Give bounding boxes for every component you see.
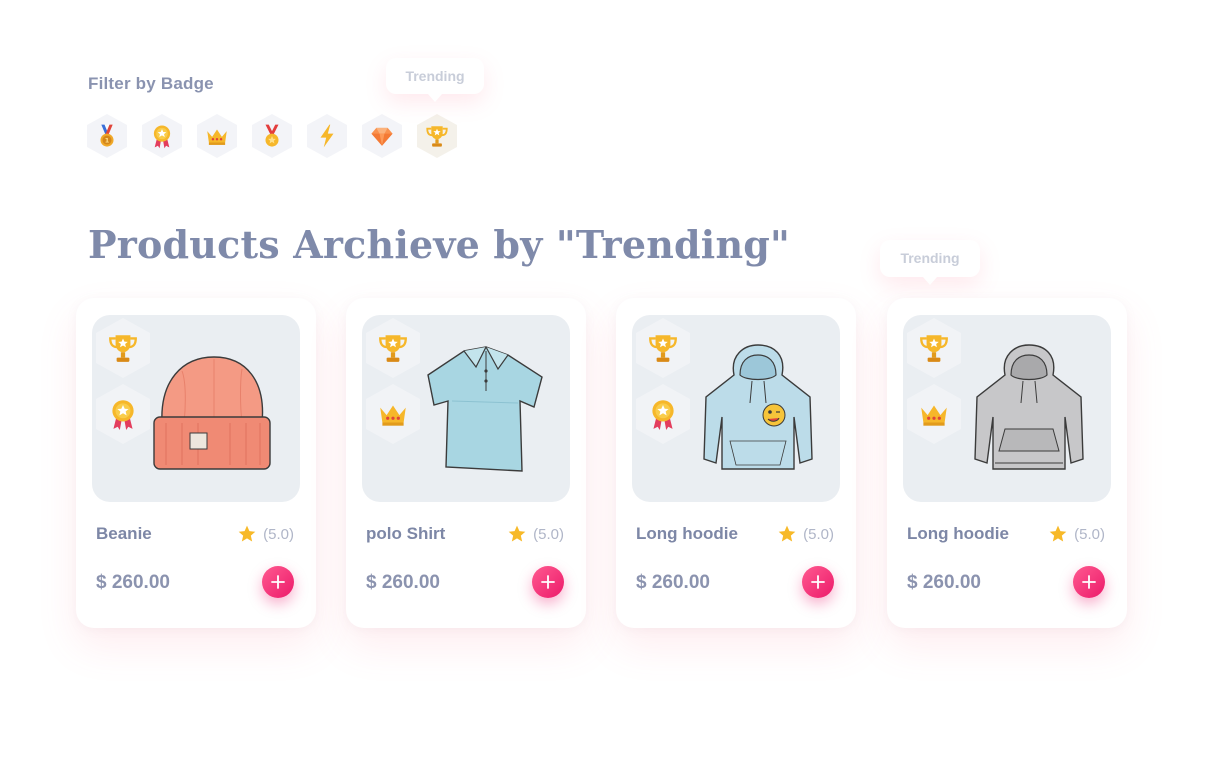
product-image[interactable] <box>92 315 300 502</box>
rating-value: (5.0) <box>263 525 294 543</box>
product-price: $ 260.00 <box>907 572 981 593</box>
badge-filter-gold-medal[interactable] <box>252 114 292 158</box>
product-name[interactable]: Long hoodie <box>907 524 1009 544</box>
product-price: $ 260.00 <box>636 572 710 593</box>
add-to-cart-button[interactable] <box>1073 566 1105 598</box>
hoodie-illustration <box>703 344 813 470</box>
badge-filter-lightning[interactable] <box>307 114 347 158</box>
trophy-icon <box>426 126 448 147</box>
crown-icon <box>380 405 406 426</box>
rating-value: (5.0) <box>533 525 564 543</box>
product-card[interactable]: Long hoodie (5.0) $ 260.00 <box>616 298 856 628</box>
diamond-icon <box>371 127 393 146</box>
product-image[interactable] <box>632 315 840 502</box>
filter-by-badge-label: Filter by Badge <box>88 74 214 93</box>
add-to-cart-button[interactable] <box>262 566 294 598</box>
badge-filter-diamond[interactable] <box>362 114 402 158</box>
rating-value: (5.0) <box>803 525 834 543</box>
product-name[interactable]: polo Shirt <box>366 524 445 544</box>
medal-ribbon-icon: 1 <box>100 124 114 147</box>
rating-value: (5.0) <box>1074 525 1105 543</box>
polo-shirt-illustration <box>427 346 543 472</box>
rosette-star-icon <box>112 400 134 430</box>
product-name[interactable]: Long hoodie <box>636 524 738 544</box>
product-price: $ 260.00 <box>366 572 440 593</box>
badge-filter-trophy[interactable] <box>417 114 457 158</box>
product-image[interactable] <box>362 315 570 502</box>
crown-icon <box>921 405 947 426</box>
badge-tooltip: Trending <box>386 58 484 102</box>
add-to-cart-button[interactable] <box>802 566 834 598</box>
trophy-icon <box>920 335 948 362</box>
section-heading: Products Archieve by "Trending" <box>88 222 791 267</box>
product-card[interactable]: polo Shirt (5.0) $ 260.00 <box>346 298 586 628</box>
badge-filter-crown[interactable] <box>197 114 237 158</box>
star-icon <box>238 525 256 542</box>
plus-icon <box>811 575 825 589</box>
product-card[interactable]: Beanie (5.0) $ 260.00 <box>76 298 316 628</box>
badge-filter-rosette[interactable] <box>142 114 182 158</box>
rosette-star-icon <box>652 400 674 430</box>
beanie-illustration <box>153 356 271 470</box>
product-rating: (5.0) <box>507 524 564 544</box>
card-tooltip: Trending <box>880 240 980 285</box>
badge-filter-medal[interactable]: 1 <box>87 114 127 158</box>
product-card[interactable]: Long hoodie (5.0) $ 260.00 <box>887 298 1127 628</box>
trophy-icon <box>649 335 677 362</box>
product-price: $ 260.00 <box>96 572 170 593</box>
plus-icon <box>271 575 285 589</box>
badge-filter-row: 1 <box>87 114 467 158</box>
product-image[interactable] <box>903 315 1111 502</box>
lightning-icon <box>320 124 334 148</box>
rosette-star-icon <box>153 125 171 149</box>
product-rating: (5.0) <box>1048 524 1105 544</box>
add-to-cart-button[interactable] <box>532 566 564 598</box>
product-name[interactable]: Beanie <box>96 524 152 544</box>
trophy-icon <box>109 335 137 362</box>
hoodie-illustration <box>974 344 1084 470</box>
product-rating: (5.0) <box>237 524 294 544</box>
star-icon <box>508 525 526 542</box>
gold-medal-icon <box>265 124 279 147</box>
plus-icon <box>1082 575 1096 589</box>
crown-icon <box>207 129 227 145</box>
svg-text:1: 1 <box>105 137 110 145</box>
trophy-icon <box>379 335 407 362</box>
star-icon <box>1049 525 1067 542</box>
star-icon <box>778 525 796 542</box>
plus-icon <box>541 575 555 589</box>
product-rating: (5.0) <box>777 524 834 544</box>
